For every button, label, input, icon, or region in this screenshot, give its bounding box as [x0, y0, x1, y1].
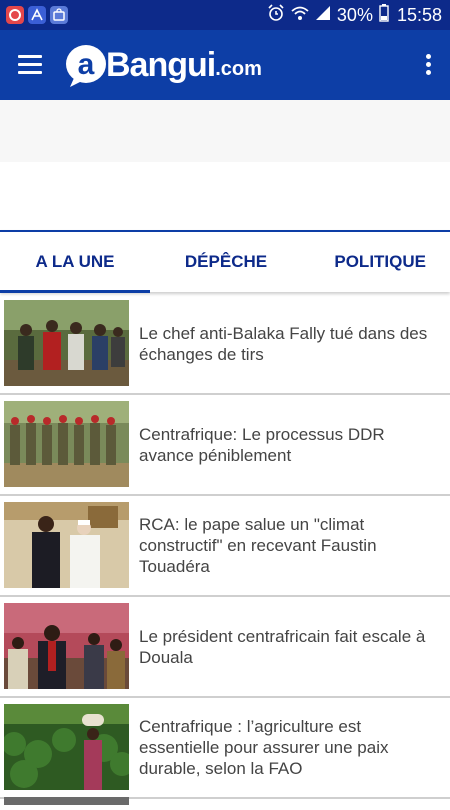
store-app-icon: [50, 6, 68, 24]
tab-a-la-une[interactable]: A LA UNE: [0, 232, 150, 292]
battery-percent: 30%: [336, 4, 373, 25]
clock: 15:58: [396, 4, 442, 25]
article-item[interactable]: Centrafrique : l’agriculture est essenti…: [0, 698, 450, 799]
signal-icon: [315, 5, 331, 26]
tab-label: DÉPÊCHE: [184, 252, 268, 271]
wifi-icon: [291, 4, 309, 27]
article-thumbnail: [4, 401, 129, 487]
article-thumbnail: [4, 704, 129, 790]
app-bar: a Bangui .com: [0, 30, 450, 100]
article-item[interactable]: Centrafrique: Le processus DDR avance pé…: [0, 395, 450, 496]
article-title: Centrafrique: Le processus DDR avance pé…: [139, 424, 385, 465]
alarm-icon: [267, 3, 285, 27]
svg-text:a: a: [78, 48, 95, 81]
next-article-peek: [0, 792, 450, 805]
tab-depeche[interactable]: DÉPÊCHE: [150, 232, 302, 292]
article-title: RCA: le pape salue un "climat constructi…: [139, 515, 377, 576]
article-title: Le président centrafricain fait escale à…: [139, 626, 426, 667]
article-thumbnail: [4, 603, 129, 689]
article-thumbnail: [4, 502, 129, 588]
tab-label: A LA UNE: [35, 252, 115, 271]
article-thumbnail: [4, 300, 129, 386]
system-status: 30% 15:58: [267, 3, 442, 27]
tab-selected-indicator: [0, 290, 150, 293]
logo-text: Bangui: [106, 45, 216, 84]
ad-banner-area: [0, 100, 450, 162]
article-title: Centrafrique : l’agriculture est essenti…: [139, 717, 389, 778]
article-item[interactable]: RCA: le pape salue un "climat constructi…: [0, 496, 450, 597]
tab-label: POLITIQUE: [334, 252, 426, 271]
tab-politique[interactable]: POLITIQUE: [302, 232, 450, 292]
status-bar: 30% 15:58: [0, 0, 450, 30]
header-spacer: [0, 162, 450, 228]
logo-domain: .com: [215, 57, 262, 80]
category-tabs: A LA UNE DÉPÊCHE POLITIQUE: [0, 230, 450, 293]
battery-icon: [379, 3, 389, 27]
article-list: Le chef anti-Balaka Fally tué dans des é…: [0, 294, 450, 799]
logo-mark-icon: a: [66, 45, 106, 87]
article-item[interactable]: Le président centrafricain fait escale à…: [0, 597, 450, 698]
pdf-app-icon: [28, 6, 46, 24]
article-title: Le chef anti-Balaka Fally tué dans des é…: [139, 323, 428, 364]
app-notification-icon: [6, 6, 24, 24]
site-logo: a Bangui .com: [64, 40, 262, 90]
article-item[interactable]: Le chef anti-Balaka Fally tué dans des é…: [0, 294, 450, 395]
notification-icons: [6, 6, 68, 24]
hamburger-menu-icon[interactable]: [18, 55, 42, 75]
more-vertical-icon[interactable]: [424, 54, 432, 78]
